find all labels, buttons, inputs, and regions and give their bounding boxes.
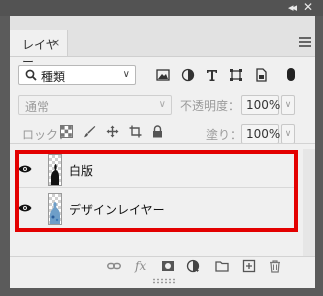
filter-kind-select[interactable]: 種類 ∨ — [18, 65, 136, 85]
divider — [10, 143, 315, 144]
fill-input[interactable]: 100% — [241, 124, 281, 144]
resize-grip[interactable] — [152, 278, 176, 284]
adjustment-layer-icon[interactable] — [186, 259, 200, 273]
close-icon[interactable]: ✕ — [303, 0, 313, 14]
fill-value: 100% — [246, 127, 281, 141]
opacity-input[interactable]: 100% — [241, 95, 281, 115]
layers-panel: レイヤー × 種類 ∨ 通常 ∨ 不透明度： 100% ∨ ロック： 塗り： 1… — [10, 16, 315, 288]
layer-name: 白版 — [69, 164, 94, 178]
opacity-dropdown-button[interactable]: ∨ — [281, 95, 295, 115]
layer-row[interactable]: 白版 — [15, 152, 298, 188]
layer-thumbnail-art — [51, 164, 59, 185]
tab-layers[interactable]: レイヤー × — [10, 30, 68, 69]
chevron-down-icon: ∨ — [122, 69, 130, 80]
divider — [15, 187, 298, 188]
layer-name: デザインレイヤー — [69, 203, 165, 217]
chevron-down-icon: ∨ — [158, 99, 166, 110]
fill-dropdown-button[interactable]: ∨ — [281, 124, 295, 144]
shape-filter-icon[interactable] — [229, 68, 243, 82]
adjustment-filter-icon[interactable] — [181, 68, 195, 82]
eye-visibility-icon[interactable] — [18, 164, 32, 174]
hamburger-menu-icon[interactable] — [299, 37, 311, 49]
blend-mode-select[interactable]: 通常 ∨ — [18, 95, 172, 115]
layer-thumbnail — [48, 154, 62, 186]
opacity-label: 不透明度： — [180, 99, 241, 113]
layer-list: 白版 デザインレイヤー — [10, 149, 315, 257]
new-group-icon[interactable] — [215, 259, 229, 273]
lock-all-icon[interactable] — [151, 125, 164, 138]
link-layers-icon[interactable] — [107, 259, 121, 273]
search-icon — [25, 69, 37, 81]
fx-icon[interactable]: fx — [135, 259, 149, 273]
divider — [10, 256, 315, 257]
layer-thumbnail — [48, 193, 62, 225]
layer-list-scrollbar[interactable] — [303, 149, 315, 257]
panel-tab-strip: レイヤー × — [10, 16, 315, 69]
add-mask-icon[interactable] — [161, 259, 175, 273]
lock-artboard-icon[interactable] — [129, 125, 142, 138]
layer-row[interactable]: デザインレイヤー — [15, 191, 298, 227]
new-layer-icon[interactable] — [242, 259, 256, 273]
eye-visibility-icon[interactable] — [18, 203, 32, 213]
opacity-value: 100% — [246, 98, 281, 112]
filter-toggle-switch[interactable] — [287, 68, 295, 81]
lock-transparent-pixels-icon[interactable] — [60, 125, 73, 138]
panel-title-bar: ◂◂ ✕ — [0, 0, 323, 16]
type-filter-icon[interactable] — [205, 68, 219, 82]
chevron-down-icon: ∨ — [284, 100, 292, 110]
smart-object-filter-icon[interactable] — [254, 68, 268, 82]
lock-image-pixels-icon[interactable] — [83, 125, 96, 138]
trash-icon[interactable] — [268, 259, 282, 273]
double-chevron-left-icon[interactable]: ◂◂ — [288, 1, 297, 14]
chevron-down-icon: ∨ — [284, 129, 292, 139]
fill-label: 塗り： — [206, 128, 243, 142]
image-filter-icon[interactable] — [156, 68, 170, 82]
tab-close-icon[interactable]: × — [51, 36, 60, 49]
blend-mode-label: 通常 — [25, 100, 50, 114]
layer-thumbnail-art — [50, 202, 60, 224]
lock-position-icon[interactable] — [106, 125, 119, 138]
filter-kind-label: 種類 — [41, 70, 66, 84]
